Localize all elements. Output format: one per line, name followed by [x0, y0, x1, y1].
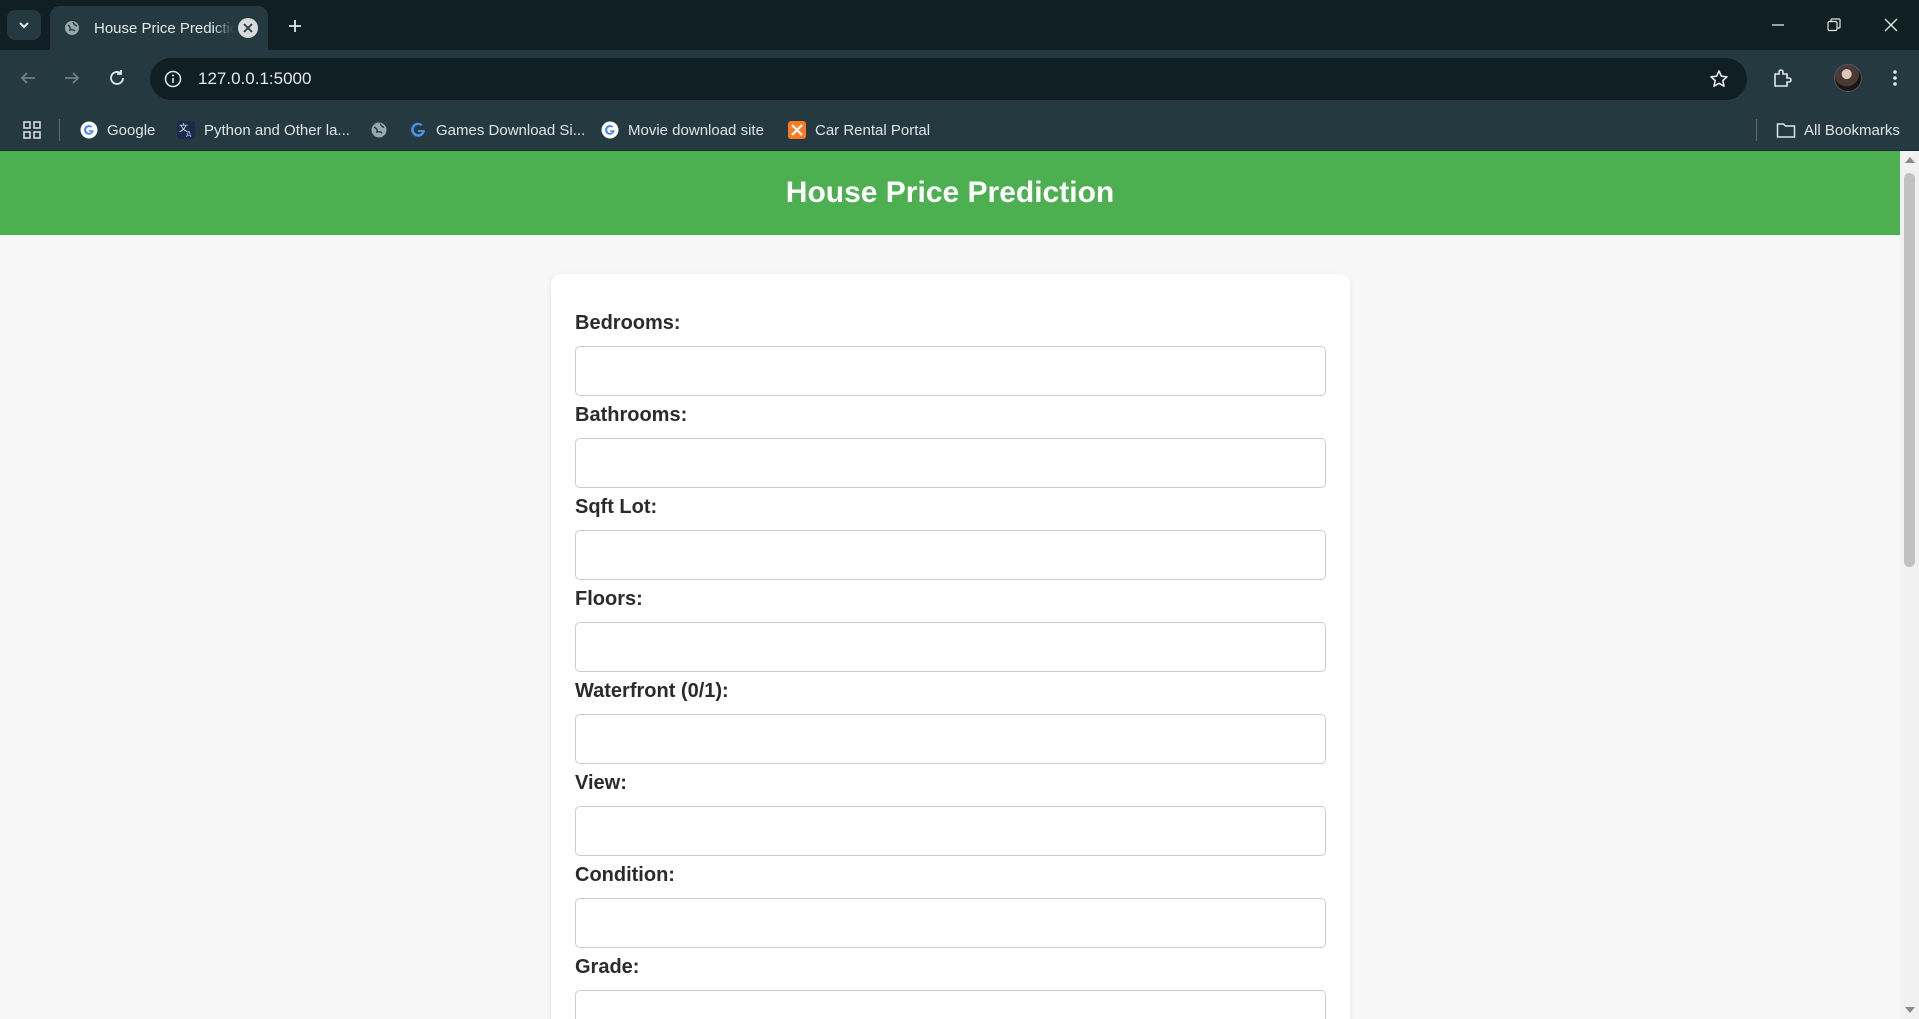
svg-text:A: A	[186, 130, 192, 139]
field-label: Grade:	[575, 956, 640, 978]
minimize-button[interactable]	[1750, 0, 1806, 50]
tab-search-button[interactable]	[7, 10, 41, 40]
minimize-icon	[1772, 24, 1784, 26]
sqft-lot-input[interactable]	[575, 530, 1326, 580]
divider	[59, 119, 60, 141]
form-field-sqft-lot: Sqft Lot:	[575, 496, 1326, 580]
reload-icon	[110, 70, 124, 85]
more-vertical-icon	[1893, 70, 1897, 86]
browser-toolbar: 127.0.0.1:5000	[0, 50, 1919, 108]
back-button[interactable]	[12, 62, 44, 94]
tab-active[interactable]: House Price Prediction	[50, 6, 268, 50]
scroll-down-arrow-icon[interactable]	[1905, 1007, 1915, 1013]
plus-icon	[289, 20, 301, 32]
field-label: Waterfront (0/1):	[575, 680, 729, 702]
restore-icon	[1827, 18, 1841, 32]
close-icon	[1884, 18, 1898, 32]
form-field-bedrooms: Bedrooms:	[575, 312, 1326, 396]
url-text[interactable]: 127.0.0.1:5000	[198, 69, 311, 89]
globe-icon	[369, 120, 389, 140]
globe-icon	[64, 20, 80, 36]
bathrooms-input[interactable]	[575, 438, 1326, 488]
scrollbar-thumb[interactable]	[1904, 173, 1915, 567]
bookmarks-bar: Google 文A Python and Other la... Games D…	[0, 108, 1919, 151]
form-field-condition: Condition:	[575, 864, 1326, 948]
field-label: Floors:	[575, 588, 643, 610]
bookmark-star-icon[interactable]	[1707, 67, 1731, 91]
reload-button[interactable]	[101, 62, 133, 94]
tab-strip: House Price Prediction	[0, 0, 1919, 50]
browser-menu-button[interactable]	[1879, 62, 1911, 94]
form-field-floors: Floors:	[575, 588, 1326, 672]
field-label: Bathrooms:	[575, 404, 688, 426]
forward-button[interactable]	[56, 62, 88, 94]
condition-input[interactable]	[575, 898, 1326, 948]
bookmark-python[interactable]: 文A Python and Other la...	[176, 116, 350, 144]
address-bar[interactable]: 127.0.0.1:5000	[150, 58, 1747, 100]
page-content: House Price Prediction Bedrooms: Bathroo…	[0, 151, 1900, 1019]
google-icon	[600, 120, 620, 140]
form-field-waterfront: Waterfront (0/1):	[575, 680, 1326, 764]
site-info-icon[interactable]	[160, 66, 186, 92]
field-label: Sqft Lot:	[575, 496, 658, 518]
bookmark-label: Car Rental Portal	[815, 121, 931, 139]
field-label: Condition:	[575, 864, 675, 886]
folder-icon	[1776, 120, 1796, 140]
field-label: Bedrooms:	[575, 312, 681, 334]
waterfront-input[interactable]	[575, 714, 1326, 764]
grade-input[interactable]	[575, 990, 1326, 1019]
form-field-bathrooms: Bathrooms:	[575, 404, 1326, 488]
form-field-view: View:	[575, 772, 1326, 856]
scroll-up-arrow-icon[interactable]	[1905, 157, 1915, 163]
arrow-right-icon	[65, 72, 80, 84]
close-window-button[interactable]	[1863, 0, 1919, 50]
page-scrollbar[interactable]	[1900, 151, 1919, 1019]
bookmark-movie[interactable]: Movie download site	[600, 116, 764, 144]
profile-avatar[interactable]	[1834, 64, 1862, 92]
xampp-icon	[787, 120, 807, 140]
field-label: View:	[575, 772, 627, 794]
bookmark-games[interactable]: Games Download Si...	[408, 116, 585, 144]
new-tab-button[interactable]	[282, 13, 308, 39]
all-bookmarks-button[interactable]: All Bookmarks	[1776, 116, 1900, 144]
bookmark-label: Python and Other la...	[204, 121, 350, 139]
bookmark-label: Google	[107, 121, 156, 139]
bookmark-google[interactable]: Google	[79, 116, 155, 144]
extensions-button[interactable]	[1766, 62, 1798, 94]
view-input[interactable]	[575, 806, 1326, 856]
google-icon	[79, 120, 99, 140]
bookmark-label: Games Download Si...	[436, 121, 586, 139]
floors-input[interactable]	[575, 622, 1326, 672]
bookmark-car-rental[interactable]: Car Rental Portal	[787, 116, 930, 144]
close-icon	[243, 23, 253, 33]
page-header: House Price Prediction	[0, 151, 1900, 235]
bookmark-globe[interactable]	[369, 116, 397, 144]
divider	[1756, 119, 1757, 141]
puzzle-icon	[1774, 69, 1792, 87]
prediction-form: Bedrooms: Bathrooms: Sqft Lot: Floors: W…	[551, 274, 1350, 1019]
tab-title: House Price Prediction	[94, 19, 234, 37]
tab-close-button[interactable]	[238, 18, 258, 38]
bedrooms-input[interactable]	[575, 346, 1326, 396]
apps-grid-button[interactable]	[20, 118, 44, 142]
arrow-left-icon	[20, 72, 35, 84]
all-bookmarks-label: All Bookmarks	[1804, 121, 1900, 139]
bookmark-label: Movie download site	[628, 121, 764, 139]
translate-icon: 文A	[176, 120, 196, 140]
chevron-down-icon	[19, 22, 29, 29]
page-title: House Price Prediction	[785, 176, 1115, 209]
restore-button[interactable]	[1806, 0, 1862, 50]
apps-grid-icon	[23, 121, 41, 139]
g-icon	[408, 120, 428, 140]
form-field-grade: Grade:	[575, 956, 1326, 1019]
